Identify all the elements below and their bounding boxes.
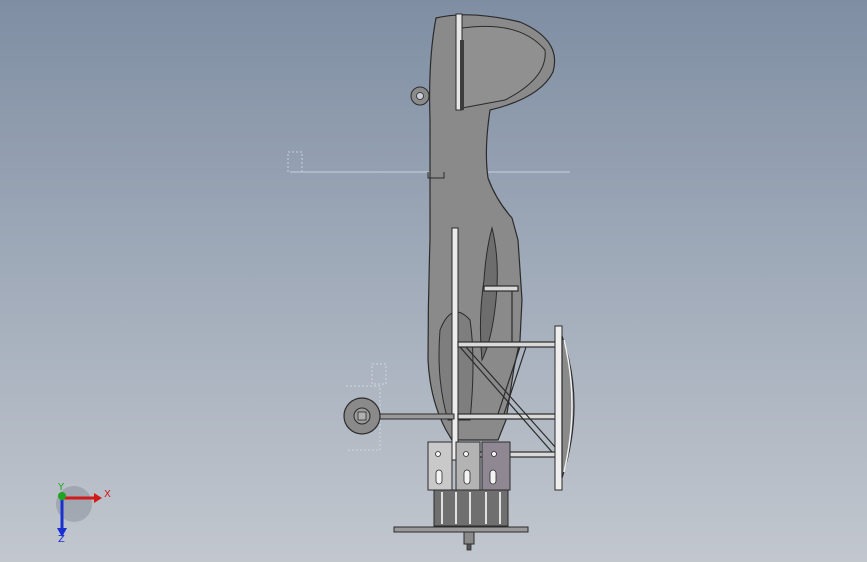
tail-former-shadow (460, 40, 464, 110)
main-former (451, 227, 459, 461)
motor-mount[interactable] (393, 441, 529, 551)
mount-slot-3 (489, 469, 497, 485)
middle-strut (457, 413, 559, 420)
mount-hole-2 (463, 451, 469, 457)
upper-strut (457, 341, 559, 348)
axle (373, 413, 455, 420)
wheel-hub-center (357, 411, 367, 421)
mount-hole-3 (491, 451, 497, 457)
wing-spar[interactable] (554, 325, 575, 491)
cad-viewport[interactable]: X Y Z (0, 0, 867, 562)
sketch-marker-lower (371, 363, 387, 385)
fuselage[interactable] (410, 13, 556, 441)
coordinate-triad: X Y Z (56, 482, 111, 545)
triad-z-label: Z (58, 534, 65, 545)
cabane-strut (483, 285, 519, 292)
wing-former[interactable] (451, 227, 459, 461)
triad-y-label: Y (57, 482, 65, 493)
triad-x-arrowhead (94, 493, 102, 503)
triad-y-axis (58, 492, 66, 500)
tail-ring-hole (416, 92, 424, 100)
prop-hub (463, 531, 475, 545)
prop-shaft (466, 543, 472, 551)
canopy (461, 25, 546, 109)
triad-x-label: X (104, 489, 111, 500)
propeller-blade (393, 526, 529, 533)
mount-slot-2 (463, 469, 471, 485)
mount-hole-1 (435, 451, 441, 457)
spar (554, 325, 563, 491)
sketch-marker-upper (287, 151, 303, 173)
mount-slot-1 (435, 469, 443, 485)
